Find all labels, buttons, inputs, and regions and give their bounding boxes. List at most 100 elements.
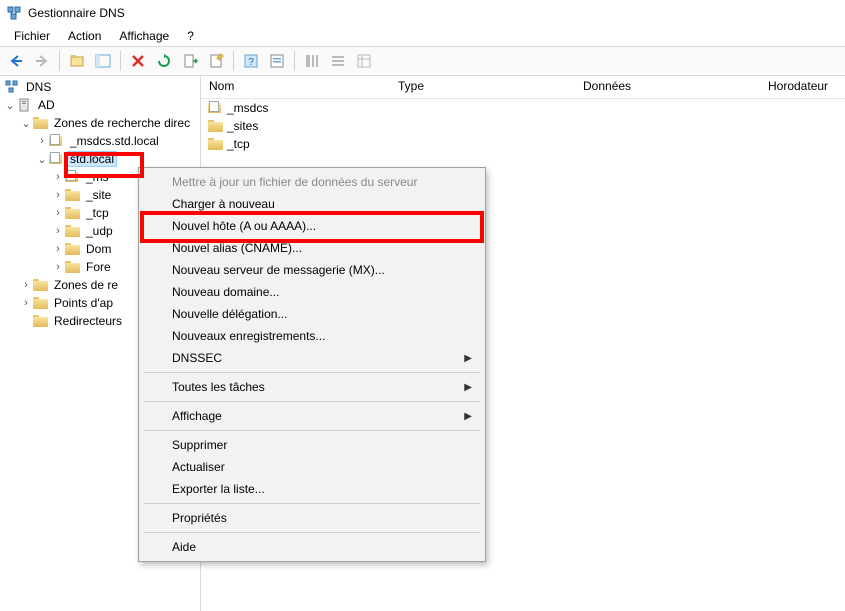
- folder-icon: [32, 115, 48, 131]
- tree-label: DNS: [23, 79, 54, 95]
- tree-zone-msdcs[interactable]: › _msdcs.std.local: [0, 132, 200, 150]
- ctx-properties[interactable]: Propriétés: [142, 507, 482, 529]
- col-header-nom[interactable]: Nom: [201, 76, 390, 98]
- ctx-reload[interactable]: Charger à nouveau: [142, 193, 482, 215]
- window-title: Gestionnaire DNS: [28, 6, 125, 20]
- tree-expand-icon[interactable]: ›: [52, 225, 64, 237]
- tree-collapse-icon[interactable]: ⌄: [20, 117, 32, 130]
- folder-icon: [64, 259, 80, 275]
- ctx-label: DNSSEC: [172, 351, 222, 365]
- new-container-button[interactable]: [65, 49, 89, 73]
- tree-expand-icon[interactable]: ›: [20, 297, 32, 309]
- ctx-export[interactable]: Exporter la liste...: [142, 478, 482, 500]
- ctx-new-records[interactable]: Nouveaux enregistrements...: [142, 325, 482, 347]
- col-header-type[interactable]: Type: [390, 76, 575, 98]
- tree-forward-zones[interactable]: ⌄ Zones de recherche direc: [0, 114, 200, 132]
- title-bar: Gestionnaire DNS: [0, 0, 845, 26]
- folder-icon: [64, 241, 80, 257]
- tree-label: _ms: [83, 169, 112, 185]
- folder-icon: [64, 223, 80, 239]
- properties-button[interactable]: [204, 49, 228, 73]
- filter-button[interactable]: [265, 49, 289, 73]
- svg-text:?: ?: [248, 57, 254, 68]
- tree-expand-icon[interactable]: ›: [52, 189, 64, 201]
- ctx-label: Affichage: [172, 409, 222, 423]
- toolbar: ?: [0, 47, 845, 76]
- tree-label: std.local: [67, 151, 117, 167]
- tree-collapse-icon[interactable]: ⌄: [36, 153, 48, 166]
- help-button[interactable]: ?: [239, 49, 263, 73]
- view-large-button[interactable]: [300, 49, 324, 73]
- ctx-help[interactable]: Aide: [142, 536, 482, 558]
- view-detail-button[interactable]: [352, 49, 376, 73]
- ctx-new-domain[interactable]: Nouveau domaine...: [142, 281, 482, 303]
- list-item-label: _tcp: [227, 137, 250, 151]
- ctx-view[interactable]: Affichage▶: [142, 405, 482, 427]
- server-icon: [16, 97, 32, 113]
- toolbar-separator: [294, 51, 295, 71]
- tree-collapse-icon[interactable]: ⌄: [4, 99, 16, 112]
- tree-expand-icon[interactable]: ›: [52, 207, 64, 219]
- nav-forward-button[interactable]: [30, 49, 54, 73]
- tree-expand-icon[interactable]: ›: [36, 135, 48, 147]
- ctx-new-host[interactable]: Nouvel hôte (A ou AAAA)...: [142, 215, 482, 237]
- tree-server-ad[interactable]: ⌄ AD: [0, 96, 200, 114]
- tree-expand-icon[interactable]: ›: [52, 171, 64, 183]
- tree-label: Redirecteurs: [51, 313, 125, 329]
- tree-label: Fore: [83, 259, 114, 275]
- list-item-label: _sites: [227, 119, 258, 133]
- refresh-button[interactable]: [152, 49, 176, 73]
- tree-zone-stdlocal[interactable]: ⌄ std.local: [0, 150, 200, 168]
- col-header-donnees[interactable]: Données: [575, 76, 760, 98]
- tree-label: AD: [35, 97, 58, 113]
- submenu-arrow-icon: ▶: [464, 382, 472, 393]
- export-button[interactable]: [178, 49, 202, 73]
- tree-expand-icon[interactable]: ›: [20, 279, 32, 291]
- delete-button[interactable]: [126, 49, 150, 73]
- tree-label: _udp: [83, 223, 116, 239]
- ctx-new-alias[interactable]: Nouvel alias (CNAME)...: [142, 237, 482, 259]
- menu-bar: Fichier Action Affichage ?: [0, 26, 845, 47]
- tree-label: Zones de re: [51, 277, 121, 293]
- ctx-new-delegation[interactable]: Nouvelle délégation...: [142, 303, 482, 325]
- ctx-separator: [144, 430, 480, 431]
- tree-root-dns[interactable]: DNS: [0, 78, 200, 96]
- list-header: Nom Type Données Horodateur: [201, 76, 845, 99]
- ctx-new-mx[interactable]: Nouveau serveur de messagerie (MX)...: [142, 259, 482, 281]
- folder-icon: [32, 277, 48, 293]
- folder-icon: [32, 295, 48, 311]
- list-item-label: _msdcs: [227, 101, 268, 115]
- list-item[interactable]: _sites: [201, 117, 845, 135]
- tree-expand-icon[interactable]: ›: [52, 243, 64, 255]
- menu-view[interactable]: Affichage: [111, 27, 177, 45]
- ctx-all-tasks[interactable]: Toutes les tâches▶: [142, 376, 482, 398]
- zone-icon: [48, 151, 64, 167]
- submenu-arrow-icon: ▶: [464, 353, 472, 364]
- col-header-horodateur[interactable]: Horodateur: [760, 76, 845, 98]
- list-item[interactable]: _tcp: [201, 135, 845, 153]
- list-item[interactable]: _msdcs: [201, 99, 845, 117]
- dns-icon: [4, 79, 20, 95]
- view-list-button[interactable]: [326, 49, 350, 73]
- ctx-separator: [144, 503, 480, 504]
- toolbar-separator: [120, 51, 121, 71]
- ctx-update-server-file: Mettre à jour un fichier de données du s…: [142, 171, 482, 193]
- menu-file[interactable]: Fichier: [6, 27, 58, 45]
- tree-label: Zones de recherche direc: [51, 115, 193, 131]
- menu-help[interactable]: ?: [179, 27, 202, 45]
- ctx-refresh[interactable]: Actualiser: [142, 456, 482, 478]
- tree-expand-icon[interactable]: ›: [52, 261, 64, 273]
- tree-label: _tcp: [83, 205, 112, 221]
- ctx-separator: [144, 532, 480, 533]
- folder-icon: [207, 136, 223, 152]
- menu-action[interactable]: Action: [60, 27, 109, 45]
- tree-label: _msdcs.std.local: [67, 133, 162, 149]
- ctx-delete[interactable]: Supprimer: [142, 434, 482, 456]
- zone-icon: [207, 100, 223, 116]
- ctx-separator: [144, 372, 480, 373]
- context-menu: Mettre à jour un fichier de données du s…: [138, 167, 486, 562]
- ctx-dnssec[interactable]: DNSSEC ▶: [142, 347, 482, 369]
- tree-label: Points d'ap: [51, 295, 116, 311]
- show-hide-tree-button[interactable]: [91, 49, 115, 73]
- nav-back-button[interactable]: [4, 49, 28, 73]
